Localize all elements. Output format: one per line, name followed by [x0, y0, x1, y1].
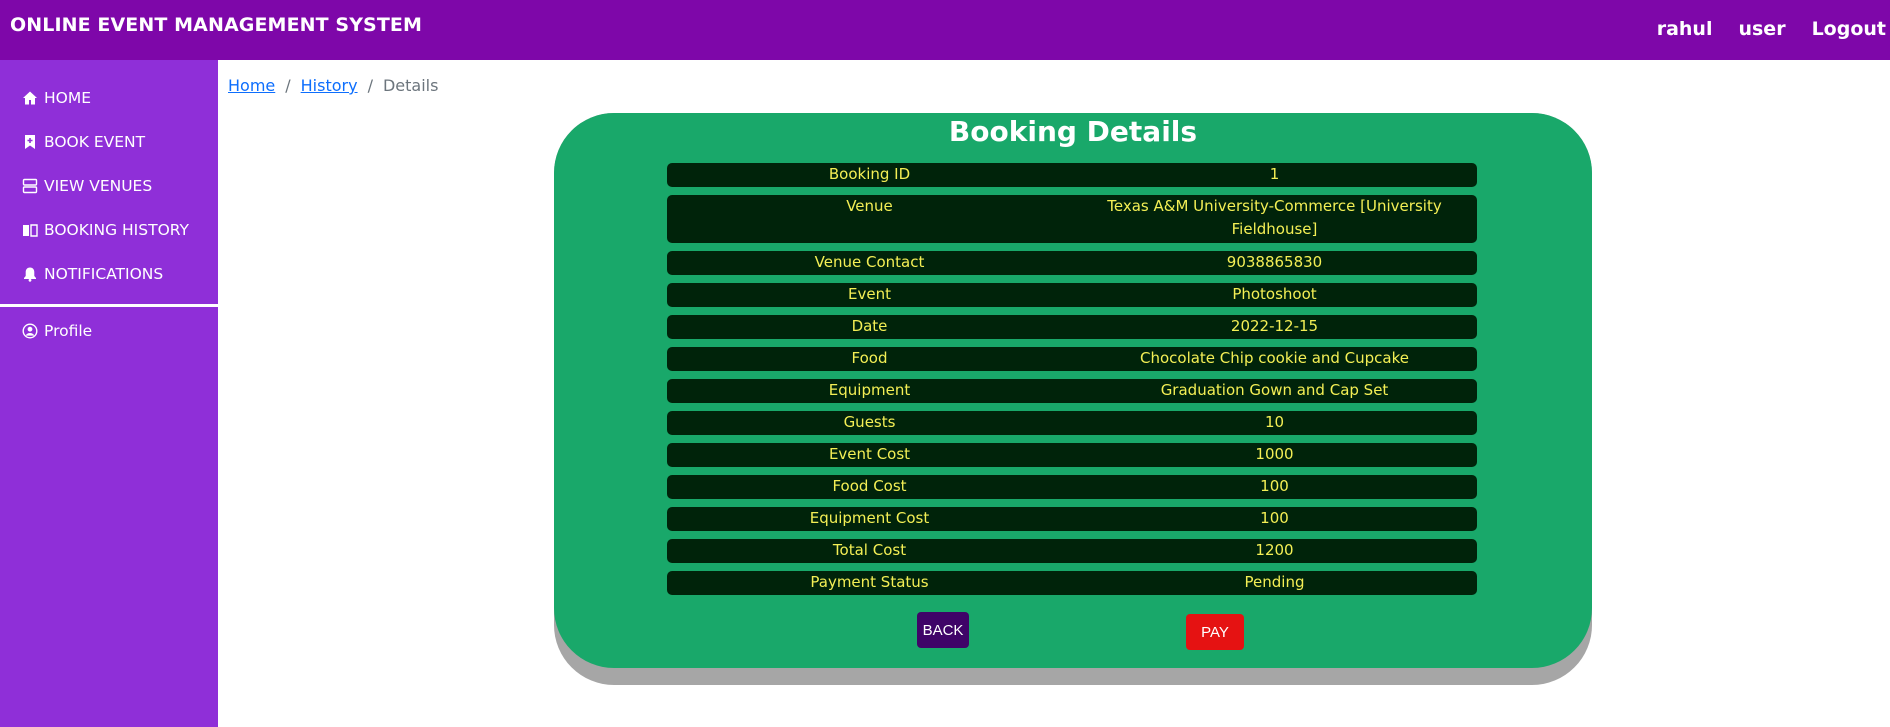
detail-row: Food Chocolate Chip cookie and Cupcake	[667, 347, 1477, 371]
detail-value: Texas A&M University-Commerce [Universit…	[1107, 197, 1442, 238]
detail-key: Event Cost	[828, 445, 911, 463]
bookmark-icon	[25, 135, 35, 149]
detail-value: 10	[1264, 413, 1285, 431]
top-navbar: ONLINE EVENT MANAGEMENT SYSTEM rahul use…	[0, 0, 1890, 60]
detail-key: Equipment	[828, 381, 911, 399]
detail-row: Venue Texas A&M University-Commerce [Uni…	[667, 195, 1477, 243]
bell-icon	[24, 267, 36, 282]
detail-value: 2022-12-15	[1230, 317, 1319, 335]
sidebar-item-label: HOME	[44, 89, 92, 107]
detail-value: 1000	[1255, 445, 1294, 463]
detail-value: Graduation Gown and Cap Set	[1160, 381, 1389, 399]
nav-role[interactable]: user	[1738, 18, 1785, 40]
nav-username[interactable]: rahul	[1657, 18, 1713, 40]
detail-row: Total Cost 1200	[667, 539, 1477, 563]
detail-key: Venue Contact	[814, 253, 925, 271]
detail-value: 1	[1269, 165, 1280, 183]
pay-button[interactable]: PAY	[1186, 614, 1244, 650]
breadcrumb-history[interactable]: History	[301, 76, 358, 95]
sidebar-item-label: BOOKING HISTORY	[44, 221, 190, 239]
sidebar-item-home[interactable]: HOME	[22, 87, 91, 109]
home-icon	[23, 91, 37, 105]
detail-row: Equipment Graduation Gown and Cap Set	[667, 379, 1477, 403]
detail-row: Venue Contact 9038865830	[667, 251, 1477, 275]
detail-row: Equipment Cost 100	[667, 507, 1477, 531]
detail-key: Venue	[846, 197, 893, 215]
detail-key: Booking ID	[828, 165, 911, 183]
sidebar-divider	[0, 304, 218, 307]
detail-row: Event Cost 1000	[667, 443, 1477, 467]
logout-link[interactable]: Logout	[1812, 18, 1886, 40]
breadcrumb-current: Details	[382, 76, 439, 95]
detail-key: Total Cost	[832, 541, 907, 559]
user-circle-icon	[22, 323, 38, 339]
detail-row: Booking ID 1	[667, 163, 1477, 187]
detail-value: 100	[1260, 477, 1289, 495]
sidebar: HOME BOOK EVENT VIEW VENUES BOOKING HIST…	[0, 60, 218, 727]
booking-details-card: Booking Details Booking ID 1 Venue Texas…	[554, 113, 1592, 668]
card-title: Booking Details	[948, 115, 1198, 148]
sidebar-item-label: BOOK EVENT	[44, 133, 146, 151]
detail-value: Chocolate Chip cookie and Cupcake	[1139, 349, 1410, 367]
breadcrumb-home[interactable]: Home	[228, 76, 275, 95]
sidebar-item-view-venues[interactable]: VIEW VENUES	[22, 175, 152, 197]
detail-row: Payment Status Pending	[667, 571, 1477, 595]
sidebar-item-notifications[interactable]: NOTIFICATIONS	[22, 263, 163, 285]
detail-row: Guests 10	[667, 411, 1477, 435]
detail-row: Food Cost 100	[667, 475, 1477, 499]
detail-value: Photoshoot	[1232, 285, 1317, 303]
book-icon	[23, 224, 38, 237]
top-nav: rahul user Logout	[1657, 18, 1890, 40]
detail-key: Payment Status	[810, 573, 929, 591]
sidebar-item-profile[interactable]: Profile	[22, 320, 92, 342]
sidebar-item-booking-history[interactable]: BOOKING HISTORY	[22, 219, 189, 241]
sidebar-item-book-event[interactable]: BOOK EVENT	[22, 131, 145, 153]
detail-value: 9038865830	[1226, 253, 1323, 271]
sidebar-item-label: VIEW VENUES	[44, 177, 153, 195]
server-icon	[22, 178, 38, 194]
detail-value: Pending	[1244, 573, 1305, 591]
breadcrumb-separator: /	[285, 76, 291, 95]
detail-key: Food Cost	[832, 477, 907, 495]
sidebar-item-label: NOTIFICATIONS	[44, 265, 164, 283]
detail-key: Guests	[843, 413, 896, 431]
app-title[interactable]: ONLINE EVENT MANAGEMENT SYSTEM	[10, 14, 422, 36]
detail-key: Event	[848, 285, 891, 303]
detail-key: Date	[851, 317, 888, 335]
sidebar-item-label: Profile	[44, 322, 93, 340]
detail-key: Equipment Cost	[809, 509, 930, 527]
detail-row: Event Photoshoot	[667, 283, 1477, 307]
back-button[interactable]: BACK	[917, 612, 969, 648]
detail-key: Food	[851, 349, 888, 367]
detail-value: 1200	[1255, 541, 1294, 559]
detail-value: 100	[1260, 509, 1289, 527]
detail-row: Date 2022-12-15	[667, 315, 1477, 339]
breadcrumb-separator: /	[367, 76, 373, 95]
breadcrumb: Home / History / Details	[228, 76, 438, 95]
